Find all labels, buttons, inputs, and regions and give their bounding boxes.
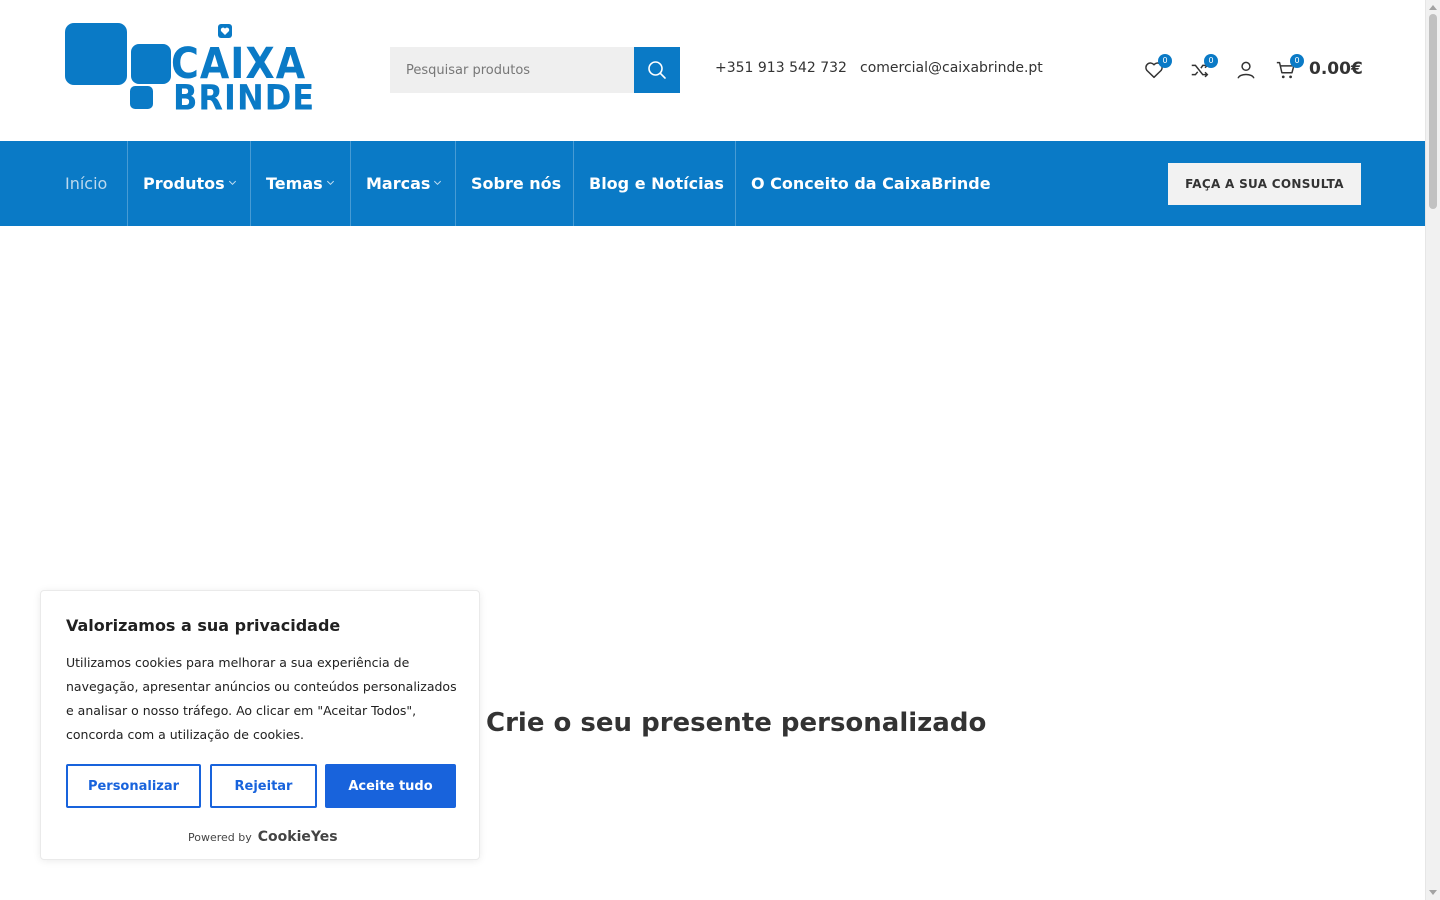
page: CAIXA BRINDE +351 913 542 732 comercial@…: [0, 0, 1440, 900]
scroll-up-arrow-icon[interactable]: [1429, 5, 1437, 10]
phone-link[interactable]: +351 913 542 732: [715, 60, 847, 76]
nav-item-label: O Conceito da CaixaBrinde: [751, 174, 991, 193]
nav-item-conceito[interactable]: O Conceito da CaixaBrinde: [751, 141, 991, 226]
nav-divider: [735, 141, 736, 226]
scrollbar-thumb[interactable]: [1429, 14, 1437, 209]
nav-item-label: Início: [65, 174, 108, 193]
nav-divider: [573, 141, 574, 226]
logo-square-large: [65, 23, 127, 85]
logo-square-medium: [131, 44, 171, 84]
nav-item-produtos[interactable]: Produtos: [143, 141, 236, 226]
compare-button[interactable]: 0: [1186, 54, 1218, 84]
reject-cookies-button[interactable]: Rejeitar: [210, 764, 317, 808]
logo-square-small: [130, 86, 153, 109]
main-nav: Início Produtos Temas Marcas Sobre nós B…: [0, 141, 1425, 226]
search-button[interactable]: [634, 47, 680, 93]
cookieyes-logo[interactable]: CookieYes: [258, 829, 338, 845]
nav-item-label: Blog e Notícias: [589, 174, 724, 193]
user-icon: [1237, 61, 1255, 79]
chevron-down-icon: [434, 177, 442, 186]
logo-heart-icon: [218, 24, 232, 38]
cookie-description: Utilizamos cookies para melhorar a sua e…: [66, 655, 457, 742]
nav-item-sobre-nos[interactable]: Sobre nós: [471, 141, 561, 226]
nav-divider: [455, 141, 456, 226]
customize-cookies-button[interactable]: Personalizar: [66, 764, 201, 808]
chevron-down-icon: [326, 177, 334, 186]
cookie-consent-banner: Valorizamos a sua privacidade Utilizamos…: [40, 590, 480, 860]
wishlist-button[interactable]: 0: [1140, 54, 1172, 84]
consultation-button[interactable]: FAÇA A SUA CONSULTA: [1168, 163, 1361, 205]
search-icon: [648, 61, 666, 79]
chevron-down-icon: [228, 177, 236, 186]
nav-divider: [127, 141, 128, 226]
page-scrollbar[interactable]: [1425, 0, 1440, 900]
nav-item-label: Produtos: [143, 174, 225, 193]
site-header: CAIXA BRINDE +351 913 542 732 comercial@…: [0, 0, 1425, 141]
nav-item-temas[interactable]: Temas: [266, 141, 334, 226]
search-input[interactable]: [390, 47, 634, 93]
nav-divider: [350, 141, 351, 226]
compare-count-badge: 0: [1204, 54, 1218, 68]
cart-count-badge: 0: [1290, 54, 1304, 68]
search-form: [390, 47, 680, 93]
cookie-title: Valorizamos a sua privacidade: [66, 616, 341, 635]
accept-cookies-button[interactable]: Aceite tudo: [325, 764, 456, 808]
nav-item-blog[interactable]: Blog e Notícias: [589, 141, 724, 226]
wishlist-count-badge: 0: [1158, 54, 1172, 68]
scroll-down-arrow-icon[interactable]: [1429, 890, 1437, 895]
email-link[interactable]: comercial@caixabrinde.pt: [860, 60, 1043, 76]
account-button[interactable]: [1232, 56, 1260, 84]
cart-total[interactable]: 0.00€: [1309, 59, 1363, 79]
logo-text-bottom: BRINDE: [173, 77, 316, 119]
nav-item-label: Temas: [266, 174, 323, 193]
powered-by-label: Powered by: [188, 831, 252, 844]
nav-divider: [250, 141, 251, 226]
nav-item-label: Sobre nós: [471, 174, 562, 193]
nav-item-label: Marcas: [366, 174, 431, 193]
nav-item-marcas[interactable]: Marcas: [366, 141, 442, 226]
nav-item-inicio[interactable]: Início: [65, 141, 107, 226]
hero-headline: Crie o seu presente personalizado: [486, 708, 987, 738]
cookie-powered-by: Powered by CookieYes: [188, 829, 338, 845]
site-logo[interactable]: CAIXA BRINDE: [65, 22, 314, 118]
cart-button[interactable]: 0: [1272, 54, 1304, 84]
